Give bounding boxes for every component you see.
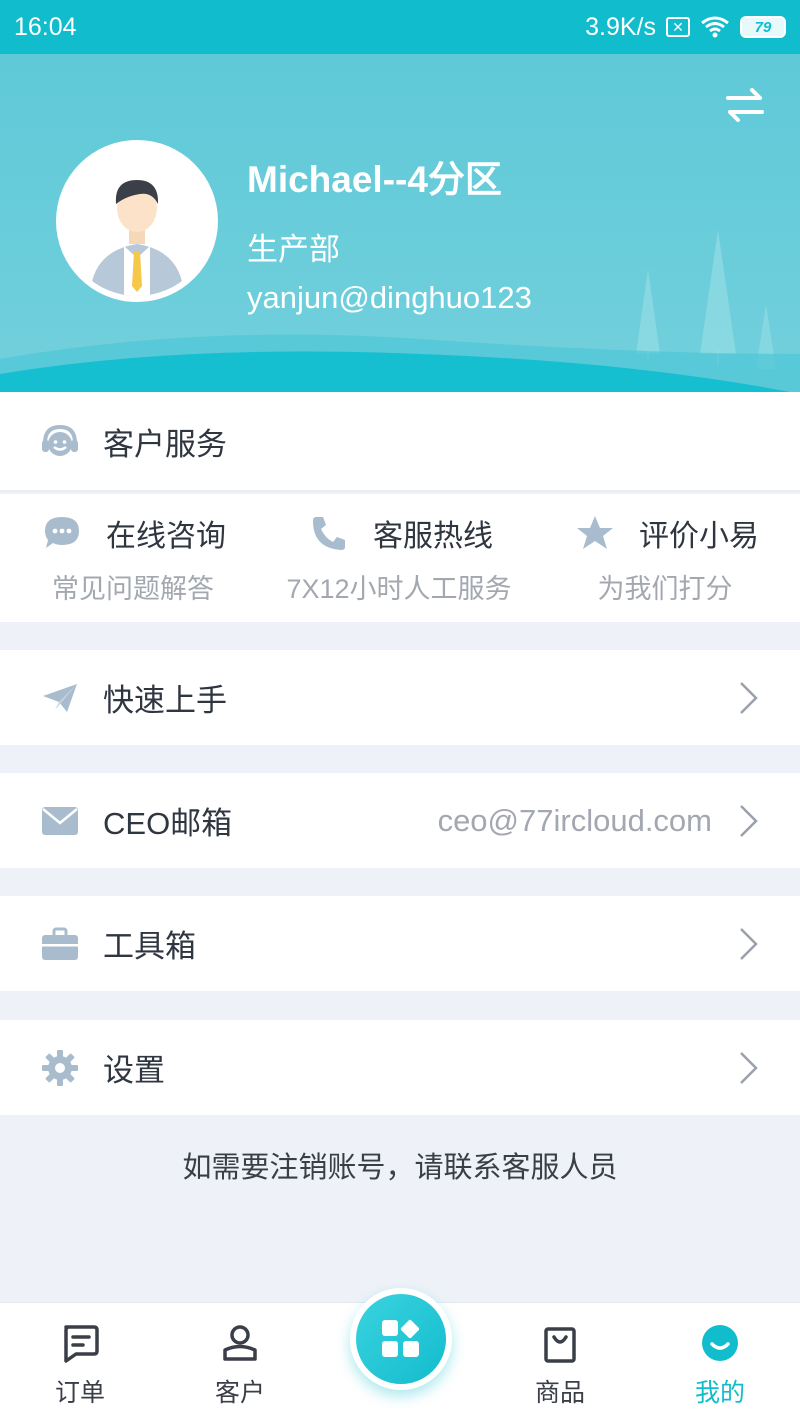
gear-icon [40, 1048, 80, 1088]
rate-item[interactable]: 评价小易 为我们打分 [532, 494, 798, 622]
chevron-right-icon [740, 927, 758, 960]
customer-service-label: 客户服务 [103, 426, 227, 462]
hotline-subtitle: 7X12小时人工服务 [286, 574, 512, 604]
status-indicators: 3.9K/s ✕ 79 [585, 13, 786, 42]
user-email: yanjun@dinghuo123 [247, 280, 532, 315]
hotline-title: 客服热线 [373, 520, 493, 553]
nav-customers-label: 客户 [214, 1379, 265, 1407]
ceo-mail-row[interactable]: CEO邮箱 ceo@77ircloud.com [0, 773, 800, 868]
nav-orders-label: 订单 [54, 1379, 105, 1407]
avatar[interactable] [56, 140, 218, 302]
nav-mine[interactable]: 我的 [640, 1303, 800, 1423]
status-bar: 16:04 3.9K/s ✕ 79 [0, 0, 800, 54]
status-time: 16:04 [14, 12, 77, 41]
toolbox-row[interactable]: 工具箱 [0, 896, 800, 991]
nav-mine-label: 我的 [694, 1379, 745, 1407]
shopping-bag-icon [544, 1327, 576, 1363]
toolbox-label: 工具箱 [103, 929, 196, 964]
ceo-mail-label: CEO邮箱 [103, 806, 233, 841]
nav-products[interactable]: 商品 [480, 1303, 640, 1423]
customer-icon [223, 1325, 257, 1361]
quick-start-row[interactable]: 快速上手 [0, 650, 800, 745]
user-name: Michael--4分区 [247, 159, 502, 200]
quick-start-label: 快速上手 [103, 683, 227, 718]
order-icon [64, 1325, 99, 1363]
settings-row[interactable]: 设置 [0, 1020, 800, 1115]
phone-icon [313, 517, 345, 550]
rate-title: 评价小易 [639, 520, 759, 553]
chevron-right-icon [740, 1051, 758, 1084]
avatar-person-icon [62, 146, 212, 296]
star-icon [577, 516, 613, 549]
nav-products-label: 商品 [534, 1379, 585, 1407]
apps-grid-icon [382, 1319, 420, 1357]
wifi-icon [701, 16, 729, 38]
user-department: 生产部 [247, 232, 340, 267]
rate-subtitle: 为我们打分 [597, 574, 733, 604]
deactivate-account-note: 如需要注销账号，请联系客服人员 [182, 1152, 618, 1184]
chat-bubble-icon [45, 517, 79, 548]
nav-customers[interactable]: 客户 [160, 1303, 320, 1423]
online-consult-item[interactable]: 在线咨询 常见问题解答 [0, 494, 266, 622]
switch-account-icon[interactable] [724, 86, 766, 124]
network-speed: 3.9K/s [585, 12, 656, 41]
chevron-right-icon [740, 681, 758, 714]
briefcase-icon [40, 924, 80, 964]
profile-header: Michael--4分区 生产部 yanjun@dinghuo123 [0, 54, 800, 400]
online-consult-title: 在线咨询 [106, 520, 226, 553]
paper-plane-icon [40, 678, 80, 718]
no-sim-icon: ✕ [666, 17, 690, 37]
settings-label: 设置 [103, 1053, 165, 1088]
support-panel: 在线咨询 常见问题解答 客服热线 7X12小时人工服务 评价小易 为我们打分 [0, 494, 800, 622]
chevron-right-icon [740, 804, 758, 837]
headset-icon [40, 421, 80, 461]
customer-service-header: 客户服务 [0, 392, 800, 492]
battery-icon: 79 [740, 16, 786, 38]
online-consult-subtitle: 常见问题解答 [52, 574, 214, 604]
ceo-mail-value: ceo@77ircloud.com [437, 802, 712, 838]
nav-orders[interactable]: 订单 [0, 1303, 160, 1423]
smile-face-icon [702, 1325, 738, 1361]
mail-icon [40, 801, 80, 841]
hotline-item[interactable]: 客服热线 7X12小时人工服务 [266, 494, 532, 622]
center-apps-button[interactable] [350, 1288, 452, 1390]
